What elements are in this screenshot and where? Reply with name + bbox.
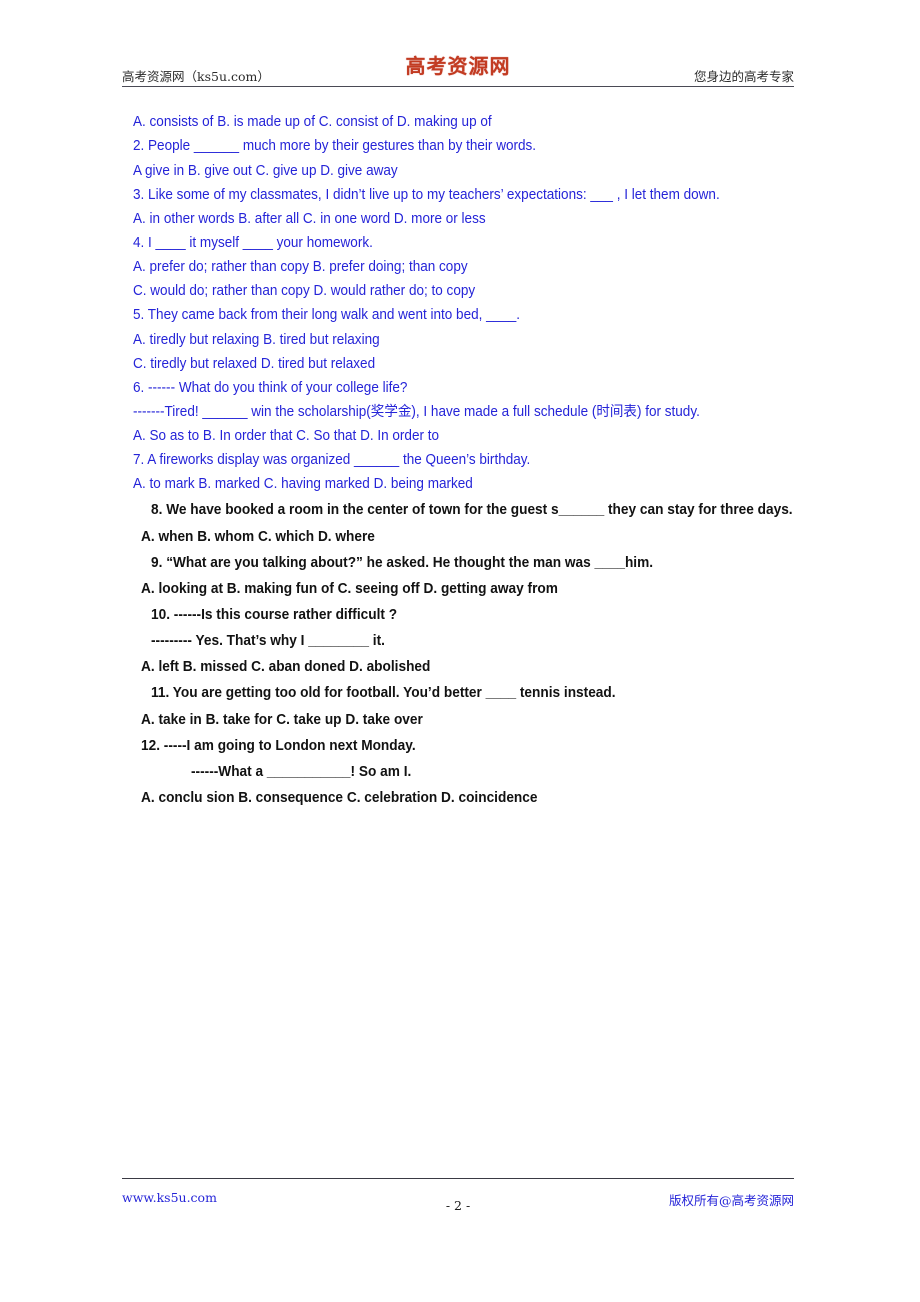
q2-options: A give in B. give out C. give up D. give… <box>133 163 398 179</box>
q6-options: A. So as to B. In order that C. So that … <box>133 428 440 444</box>
q12-reply: ------What a ___________! So am I. <box>191 763 412 780</box>
q11-stem: 11. You are getting too old for football… <box>151 684 616 701</box>
header-site-name: 高考资源网（ks5u.com） <box>122 69 270 84</box>
q7-options: A. to mark B. marked C. having marked D.… <box>133 476 473 492</box>
header-tagline: 您身边的高考专家 <box>693 69 794 84</box>
page-number: - 2 - <box>445 1198 471 1213</box>
header-logo: 高考资源网 <box>405 54 511 78</box>
q6-stem: 6. ------ What do you think of your coll… <box>133 380 408 396</box>
q4-stem: 4. I ____ it myself ____ your homework. <box>133 235 373 251</box>
document-page: 高考资源网（ks5u.com） 高考资源网 您身边的高考专家 A. consis… <box>0 0 920 1302</box>
q10-stem: 10. ------Is this course rather difficul… <box>151 606 398 623</box>
q1-options: A. consists of B. is made up of C. consi… <box>133 114 492 130</box>
q8-stem: 8. We have booked a room in the center o… <box>151 501 793 518</box>
q12-stem: 12. -----I am going to London next Monda… <box>141 737 416 754</box>
q7-stem: 7. A fireworks display was organized ___… <box>133 452 531 468</box>
q4-options-cd: C. would do; rather than copy D. would r… <box>133 283 476 299</box>
q2-stem: 2. People ______ much more by their gest… <box>133 138 537 154</box>
footer-divider <box>122 1178 794 1179</box>
q4-options-ab: A. prefer do; rather than copy B. prefer… <box>133 259 468 275</box>
page-header: 高考资源网（ks5u.com） 高考资源网 您身边的高考专家 <box>122 52 794 86</box>
q5-options-cd: C. tiredly but relaxed D. tired but rela… <box>133 356 376 372</box>
page-footer: www.ks5u.com - 2 - 版权所有@高考资源网 <box>122 1186 794 1213</box>
q10-reply: --------- Yes. That’s why I ________ it. <box>151 632 385 649</box>
footer-url[interactable]: www.ks5u.com <box>122 1190 217 1205</box>
q10-options: A. left B. missed C. aban doned D. aboli… <box>141 658 431 675</box>
footer-copyright: 版权所有@高考资源网 <box>668 1193 794 1208</box>
q11-options: A. take in B. take for C. take up D. tak… <box>141 711 423 728</box>
q5-options-ab: A. tiredly but relaxing B. tired but rel… <box>133 332 380 348</box>
q6-reply: -------Tired! ______ win the scholarship… <box>133 404 700 420</box>
q5-stem: 5. They came back from their long walk a… <box>133 307 521 323</box>
q9-options: A. looking at B. making fun of C. seeing… <box>141 580 558 597</box>
header-divider <box>122 86 794 87</box>
q3-options: A. in other words B. after all C. in one… <box>133 211 486 227</box>
q3-stem: 3. Like some of my classmates, I didn’t … <box>133 187 720 203</box>
q8-options: A. when B. whom C. which D. where <box>141 528 375 545</box>
q9-stem: 9. “What are you talking about?” he aske… <box>151 554 654 571</box>
q12-options: A. conclu sion B. consequence C. celebra… <box>141 789 538 806</box>
